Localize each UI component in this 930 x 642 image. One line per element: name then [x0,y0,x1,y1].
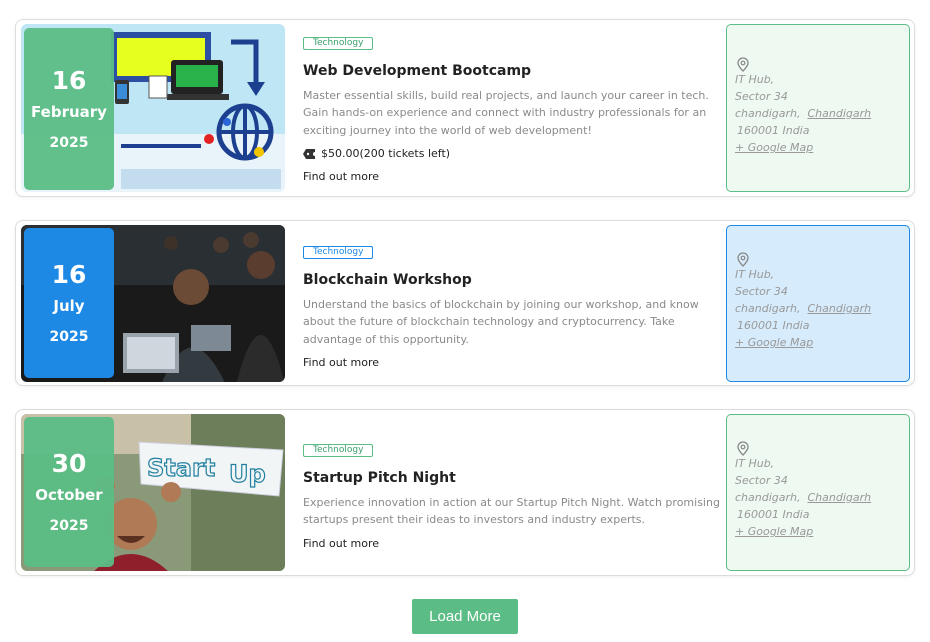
event-description: Understand the basics of blockchain by j… [303,298,699,346]
postal-code: 160001 India [737,124,810,137]
location-panel: IT Hub, Sector 34 chandigarh, Chandigarh… [726,414,910,571]
location-panel: IT Hub, Sector 34 chandigarh, Chandigarh… [726,225,910,382]
city-prefix: chandigarh, [735,107,801,120]
event-image[interactable]: Start Up 30 October 2025 [21,414,285,571]
ticket-icon [303,148,315,159]
price-text: $50.00(200 tickets left) [321,147,451,161]
event-card: 16 February 2025 Technology Web Developm… [15,19,915,197]
city-name: Chandigarh [807,491,872,504]
event-day: 16 [51,66,87,95]
city-prefix: chandigarh, [735,302,801,315]
event-title[interactable]: Blockchain Workshop [303,272,723,288]
find-out-more-link[interactable]: Find out more [303,356,379,369]
sign-word-up: Up [229,460,266,488]
event-description: Experience innovation in action at our S… [303,496,720,527]
find-out-more-link[interactable]: Find out more [303,170,379,183]
event-day: 30 [51,449,87,478]
event-content: Technology Blockchain Workshop Understan… [303,241,723,371]
google-map-link[interactable]: + Google Map [735,141,813,154]
location-pin-icon [737,57,749,72]
event-year: 2025 [49,329,89,345]
find-out-more-link[interactable]: Find out more [303,537,379,550]
event-price: $50.00(200 tickets left) [303,147,723,160]
category-badge[interactable]: Technology [303,444,374,457]
google-map-link[interactable]: + Google Map [735,336,813,349]
city-prefix: chandigarh, [735,491,801,504]
event-month: October [35,486,103,504]
street: Sector 34 [735,285,788,298]
date-badge: 30 October 2025 [24,417,114,567]
city-line: chandigarh, Chandigarh [735,300,909,317]
city-name: Chandigarh [807,302,872,315]
date-badge: 16 July 2025 [24,228,114,378]
event-description: Master essential skills, build real proj… [303,89,709,137]
address: IT Hub, Sector 34 chandigarh, Chandigarh… [735,71,909,156]
event-content: Technology Web Development Bootcamp Mast… [303,32,723,185]
city-line: chandigarh, Chandigarh [735,105,909,122]
event-image[interactable]: 16 July 2025 [21,225,285,382]
event-month: February [31,103,107,121]
sign-word-start: Start [147,454,215,482]
location-pin-icon [737,252,749,267]
street: Sector 34 [735,474,788,487]
event-title[interactable]: Web Development Bootcamp [303,63,723,79]
category-badge[interactable]: Technology [303,37,374,50]
event-content: Technology Startup Pitch Night Experienc… [303,439,723,552]
load-more-button[interactable]: Load More [412,599,518,634]
postal-code: 160001 India [737,508,810,521]
venue-name: IT Hub, [735,268,775,281]
event-card: 16 July 2025 Technology Blockchain Works… [15,220,915,386]
event-image[interactable]: 16 February 2025 [21,24,285,192]
category-badge[interactable]: Technology [303,246,374,259]
event-year: 2025 [49,518,89,534]
venue-name: IT Hub, [735,457,775,470]
google-map-link[interactable]: + Google Map [735,525,813,538]
location-panel: IT Hub, Sector 34 chandigarh, Chandigarh… [726,24,910,192]
address: IT Hub, Sector 34 chandigarh, Chandigarh… [735,266,909,351]
address: IT Hub, Sector 34 chandigarh, Chandigarh… [735,455,909,540]
postal-code: 160001 India [737,319,810,332]
date-badge: 16 February 2025 [24,28,114,190]
event-card: Start Up 30 October 2025 Technology Star… [15,409,915,576]
event-title[interactable]: Startup Pitch Night [303,470,723,486]
event-month: July [53,297,85,315]
location-pin-icon [737,441,749,456]
city-name: Chandigarh [807,107,872,120]
event-day: 16 [51,260,87,289]
event-year: 2025 [49,135,89,151]
city-line: chandigarh, Chandigarh [735,489,909,506]
venue-name: IT Hub, [735,73,775,86]
street: Sector 34 [735,90,788,103]
